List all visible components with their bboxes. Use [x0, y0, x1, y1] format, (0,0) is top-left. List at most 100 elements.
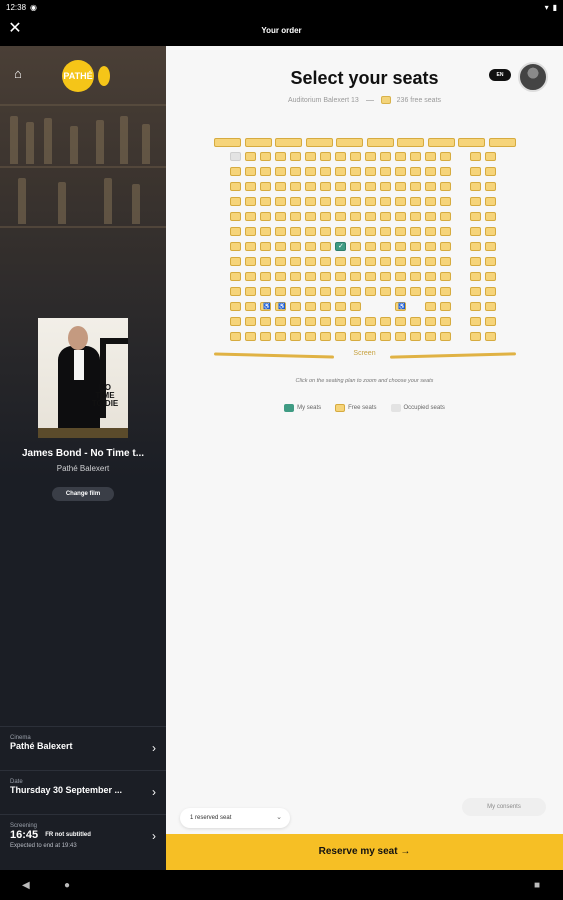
seat[interactable]: [260, 272, 271, 281]
seat[interactable]: [380, 287, 391, 296]
seat[interactable]: [275, 182, 286, 191]
seat[interactable]: [245, 242, 256, 251]
seat[interactable]: [410, 212, 421, 221]
seat[interactable]: [440, 197, 451, 206]
seat[interactable]: [214, 138, 241, 147]
seat[interactable]: [290, 167, 301, 176]
seat[interactable]: [260, 227, 271, 236]
seat[interactable]: [440, 272, 451, 281]
seat[interactable]: [470, 152, 481, 161]
seat[interactable]: [335, 317, 346, 326]
seat[interactable]: [320, 302, 331, 311]
seat[interactable]: [335, 182, 346, 191]
seat[interactable]: [425, 167, 436, 176]
seat[interactable]: [350, 332, 361, 341]
seat[interactable]: [485, 302, 496, 311]
seat[interactable]: [365, 227, 376, 236]
seat[interactable]: [485, 257, 496, 266]
seat[interactable]: [290, 197, 301, 206]
language-toggle[interactable]: EN: [489, 69, 511, 81]
home-icon[interactable]: ⌂: [14, 66, 30, 82]
seat[interactable]: [425, 197, 436, 206]
seat[interactable]: [245, 167, 256, 176]
seat[interactable]: [380, 152, 391, 161]
seat[interactable]: [366, 138, 394, 147]
seat[interactable]: [245, 317, 256, 326]
close-icon[interactable]: ✕: [6, 20, 24, 38]
seat[interactable]: [425, 302, 436, 311]
seat[interactable]: [305, 182, 316, 191]
seat[interactable]: [470, 197, 481, 206]
seat[interactable]: [410, 152, 421, 161]
seat[interactable]: [275, 197, 286, 206]
seat[interactable]: [485, 317, 496, 326]
seat[interactable]: [485, 332, 496, 341]
seat[interactable]: [260, 332, 271, 341]
seat[interactable]: [380, 197, 391, 206]
seat[interactable]: [397, 138, 424, 147]
seat[interactable]: [275, 332, 286, 341]
seat[interactable]: [290, 152, 301, 161]
seat[interactable]: [395, 152, 406, 161]
seat[interactable]: [230, 272, 241, 281]
seat[interactable]: [230, 257, 241, 266]
seat[interactable]: [305, 197, 316, 206]
seat[interactable]: [485, 197, 496, 206]
seat[interactable]: [305, 272, 316, 281]
seat[interactable]: [290, 257, 301, 266]
seat[interactable]: [290, 287, 301, 296]
seat[interactable]: [320, 152, 331, 161]
seat[interactable]: [350, 302, 361, 311]
seat[interactable]: [350, 197, 361, 206]
seat[interactable]: [365, 332, 376, 341]
seat[interactable]: [275, 212, 286, 221]
seat[interactable]: [425, 152, 436, 161]
seat[interactable]: [305, 227, 316, 236]
seat[interactable]: [336, 138, 363, 147]
seat[interactable]: [425, 317, 436, 326]
seat[interactable]: [260, 167, 271, 176]
seat[interactable]: [290, 227, 301, 236]
seat[interactable]: [350, 242, 361, 251]
seat[interactable]: [290, 302, 301, 311]
seat[interactable]: [260, 152, 271, 161]
seat[interactable]: [245, 197, 256, 206]
seat[interactable]: [230, 302, 241, 311]
seat[interactable]: [395, 227, 406, 236]
seat[interactable]: [320, 272, 331, 281]
seat[interactable]: [275, 257, 286, 266]
seat[interactable]: [395, 332, 406, 341]
seat[interactable]: [230, 332, 241, 341]
seat[interactable]: [320, 317, 331, 326]
seat[interactable]: [275, 287, 286, 296]
seat[interactable]: [470, 242, 481, 251]
seat[interactable]: [425, 227, 436, 236]
seat[interactable]: [260, 182, 271, 191]
seat[interactable]: [305, 257, 316, 266]
seat[interactable]: [290, 182, 301, 191]
recents-icon[interactable]: ■: [534, 880, 540, 891]
seat[interactable]: [485, 182, 496, 191]
seat[interactable]: [335, 212, 346, 221]
seat[interactable]: [230, 167, 241, 176]
seat[interactable]: [230, 182, 241, 191]
seat[interactable]: [410, 287, 421, 296]
seat[interactable]: [470, 257, 481, 266]
seat[interactable]: [275, 167, 286, 176]
seat[interactable]: [320, 242, 331, 251]
seat[interactable]: [395, 302, 406, 311]
seat[interactable]: [440, 242, 451, 251]
seat[interactable]: [395, 197, 406, 206]
seat[interactable]: [260, 287, 271, 296]
seat[interactable]: [440, 152, 451, 161]
seat[interactable]: [320, 332, 331, 341]
seat[interactable]: [410, 167, 421, 176]
seat[interactable]: [470, 317, 481, 326]
seat[interactable]: [440, 167, 451, 176]
seat[interactable]: [350, 272, 361, 281]
seat[interactable]: [410, 257, 421, 266]
seat[interactable]: [440, 227, 451, 236]
seat[interactable]: [290, 332, 301, 341]
seat[interactable]: [275, 242, 286, 251]
seat[interactable]: [244, 138, 272, 147]
